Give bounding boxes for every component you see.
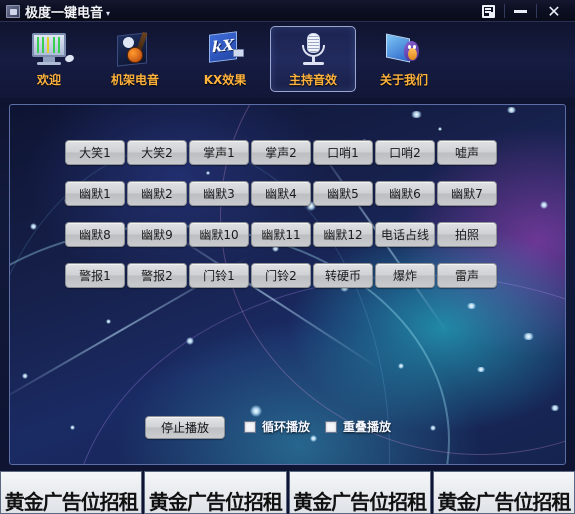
sound-button[interactable]: 大笑1 (65, 140, 125, 165)
tab-kx-effects[interactable]: kX KX效果 (182, 26, 268, 92)
ad-banner-strip: 黄金广告位招租 黄金广告位招租 黄金广告位招租 黄金广告位招租 (0, 471, 575, 514)
star-icon (430, 425, 436, 431)
window-title: 极度一键电音 (25, 5, 104, 21)
checkbox-box-icon[interactable] (244, 420, 256, 433)
sound-button[interactable]: 口哨2 (375, 140, 435, 165)
tab-host-sound-effects[interactable]: 主持音效 (270, 26, 356, 92)
checkbox-box-icon[interactable] (325, 420, 337, 433)
minimize-button[interactable] (505, 0, 535, 22)
ad-banner[interactable]: 黄金广告位招租 (144, 471, 287, 514)
skin-button[interactable] (473, 0, 503, 22)
star-icon (398, 363, 404, 369)
star-icon (186, 337, 194, 345)
stop-playback-button[interactable]: 停止播放 (145, 416, 225, 439)
loop-playback-label: 循环播放 (262, 420, 311, 434)
tab-about-us-label: 关于我们 (379, 73, 428, 87)
sound-button[interactable]: 门铃2 (251, 263, 311, 288)
sound-button[interactable]: 电话占线 (375, 222, 435, 247)
sound-button[interactable]: 掌声2 (251, 140, 311, 165)
tab-host-sound-effects-label: 主持音效 (288, 73, 337, 87)
close-button[interactable]: ✕ (539, 0, 569, 22)
help-text-block: 停止播放： 立即停止正在播放的音效； 循环播放： 重复播放选择的音效； 重叠播放… (46, 463, 556, 464)
sound-button[interactable]: 幽默7 (437, 181, 497, 206)
ad-banner[interactable]: 黄金广告位招租 (288, 471, 431, 514)
microphone-icon (293, 31, 333, 69)
sound-button[interactable]: 爆炸 (375, 263, 435, 288)
about-penguin-icon (384, 31, 424, 69)
app-logo-icon (6, 4, 20, 18)
sound-button[interactable]: 掌声1 (189, 140, 249, 165)
ad-banner-text: 黄金广告位招租 (437, 490, 571, 514)
sound-button[interactable]: 大笑2 (127, 140, 187, 165)
star-icon (70, 425, 75, 430)
sound-button[interactable]: 幽默9 (127, 222, 187, 247)
sound-button[interactable]: 幽默3 (189, 181, 249, 206)
tab-rack-dianyin[interactable]: 机架电音 (92, 26, 178, 92)
star-icon (310, 435, 317, 442)
guitar-rack-icon (115, 31, 155, 69)
sound-button[interactable]: 转硬币 (313, 263, 373, 288)
tab-welcome-label: 欢迎 (36, 73, 61, 87)
sound-button[interactable]: 幽默12 (313, 222, 373, 247)
star-icon (550, 405, 560, 411)
sound-button[interactable]: 嘘声 (437, 140, 497, 165)
sound-button[interactable]: 口哨1 (313, 140, 373, 165)
sound-button[interactable]: 警报2 (127, 263, 187, 288)
ad-banner-text: 黄金广告位招租 (4, 490, 139, 514)
sound-button[interactable]: 幽默1 (65, 181, 125, 206)
close-icon: ✕ (547, 1, 561, 21)
title-bar: 极度一键电音 ▾ ✕ (0, 0, 575, 22)
ad-banner[interactable]: 黄金广告位招租 (432, 471, 575, 514)
skin-icon (481, 4, 495, 18)
sound-button[interactable]: 幽默6 (375, 181, 435, 206)
sound-button[interactable]: 门铃1 (189, 263, 249, 288)
ad-banner-text: 黄金广告位招租 (293, 490, 427, 514)
help-row-stop: 停止播放： 立即停止正在播放的音效； (46, 463, 556, 464)
main-toolbar: 欢迎 机架电音 kX KX效果 主持音效 关于我们 (0, 22, 575, 98)
help-value-stop: 立即停止正在播放的音效； (120, 463, 264, 464)
sound-button[interactable]: 幽默10 (189, 222, 249, 247)
star-icon (476, 367, 486, 372)
sound-button[interactable]: 幽默2 (127, 181, 187, 206)
sound-button[interactable]: 幽默8 (65, 222, 125, 247)
titlebar-divider-2 (536, 4, 537, 18)
star-icon (250, 405, 262, 417)
ad-banner-text: 黄金广告位招租 (148, 490, 283, 514)
tab-about-us[interactable]: 关于我们 (361, 26, 447, 92)
loop-playback-checkbox[interactable]: 循环播放 (244, 418, 310, 435)
help-key-stop: 停止播放： (46, 463, 120, 464)
minimize-icon (513, 9, 527, 13)
sound-button[interactable]: 幽默4 (251, 181, 311, 206)
tab-welcome[interactable]: 欢迎 (6, 26, 92, 92)
tab-kx-effects-label: KX效果 (203, 73, 247, 87)
sound-button-grid: 大笑1 大笑2 掌声1 掌声2 口哨1 口哨2 嘘声 幽默1 幽默2 幽默3 幽默4 幽默5 幽默6 幽默… (10, 105, 565, 335)
ad-banner[interactable]: 黄金广告位招租 (0, 471, 143, 514)
stop-playback-label: 停止播放 (160, 421, 209, 435)
sound-button[interactable]: 幽默11 (251, 222, 311, 247)
monitor-waveform-icon (29, 31, 75, 69)
sound-button[interactable]: 雷声 (437, 263, 497, 288)
overlap-playback-label: 重叠播放 (343, 420, 392, 434)
kx-effect-icon: kX (205, 31, 245, 69)
title-group: 极度一键电音 ▾ (6, 2, 110, 21)
chevron-down-icon[interactable]: ▾ (106, 9, 110, 18)
tab-rack-dianyin-label: 机架电音 (110, 73, 159, 87)
sound-button[interactable]: 警报1 (65, 263, 125, 288)
application-window: 极度一键电音 ▾ ✕ 欢迎 机架电音 kX KX效果 主持音效 关于我们 大笑1… (0, 0, 575, 514)
overlap-playback-checkbox[interactable]: 重叠播放 (325, 418, 391, 435)
sound-button[interactable]: 拍照 (437, 222, 497, 247)
content-panel: 大笑1 大笑2 掌声1 掌声2 口哨1 口哨2 嘘声 幽默1 幽默2 幽默3 幽默4 幽默5 幽默6 幽默… (9, 104, 566, 465)
star-icon (22, 373, 28, 379)
sound-button[interactable]: 幽默5 (313, 181, 373, 206)
